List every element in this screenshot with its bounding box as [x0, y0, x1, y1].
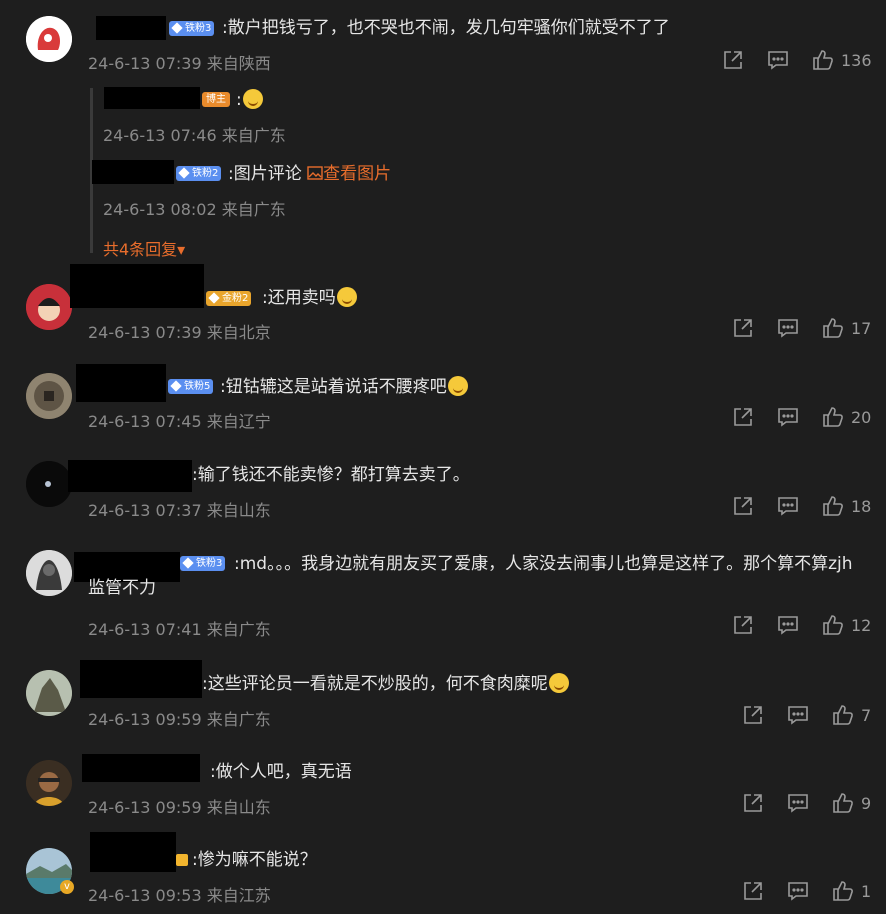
share-icon[interactable] [732, 495, 754, 517]
comment-icon[interactable] [787, 792, 809, 814]
reply-text: :图片评论 查看图片 [228, 164, 392, 184]
like-count: 1 [861, 881, 872, 901]
comment-actions: 7 [742, 704, 871, 726]
more-replies-link[interactable]: 共4条回复▾ [103, 236, 185, 260]
comment-actions: 136 [722, 49, 872, 71]
comment-text: :做个人吧，真无语 [210, 762, 352, 782]
share-icon[interactable] [742, 792, 764, 814]
like-icon[interactable] [822, 495, 844, 517]
comment-actions: 18 [732, 495, 871, 517]
comment-icon[interactable] [767, 49, 789, 71]
like-count: 20 [851, 407, 872, 427]
like-icon[interactable] [832, 704, 854, 726]
avatar[interactable] [26, 284, 72, 330]
comment-text: :输了钱还不能卖惨？都打算去卖了。 [192, 465, 470, 485]
verified-icon: v [60, 880, 74, 894]
avatar[interactable] [26, 461, 72, 507]
comment-meta: 24-6-13 07:45 来自辽宁 [88, 412, 271, 431]
comment-icon[interactable] [777, 614, 799, 636]
username-redacted[interactable] [92, 160, 174, 184]
like-count: 12 [851, 615, 872, 635]
host-badge: 博主 [202, 92, 230, 107]
laugh-cry-emoji-icon [242, 89, 263, 109]
laugh-cry-emoji-icon [447, 376, 468, 396]
reply-meta: 24-6-13 08:02 来自广东 [103, 200, 286, 219]
reply-text: : [236, 88, 263, 112]
comment-actions: 1 [742, 880, 871, 902]
share-icon[interactable] [732, 317, 754, 339]
view-image-link[interactable]: 查看图片 [307, 164, 391, 184]
username-redacted[interactable] [80, 660, 202, 698]
comment-meta: 24-6-13 07:39 来自北京 [88, 323, 271, 342]
comment-text: :还用卖吗 [262, 286, 357, 310]
username-redacted[interactable] [68, 460, 192, 492]
like-count: 18 [851, 496, 872, 516]
avatar[interactable] [26, 670, 72, 716]
like-icon[interactable] [832, 880, 854, 902]
comment-actions: 20 [732, 406, 871, 428]
comment-icon[interactable] [787, 704, 809, 726]
laugh-cry-emoji-icon [336, 287, 357, 307]
comment-meta: 24-6-13 07:41 来自广东 [88, 620, 271, 639]
reply-meta: 24-6-13 07:46 来自广东 [103, 126, 286, 145]
avatar[interactable] [26, 550, 72, 596]
fan-badge: 铁粉5 [168, 379, 214, 394]
share-icon[interactable] [732, 406, 754, 428]
comment-meta: 24-6-13 09:59 来自广东 [88, 710, 271, 729]
comment-icon[interactable] [777, 406, 799, 428]
crown-icon [176, 854, 188, 866]
like-icon[interactable] [832, 792, 854, 814]
username-redacted[interactable] [70, 264, 204, 308]
like-icon[interactable] [822, 614, 844, 636]
fan-badge: 铁粉2 [176, 166, 222, 181]
comment-actions: 17 [732, 317, 871, 339]
fan-badge: 铁粉3 [169, 21, 215, 36]
comment-meta: 24-6-13 07:37 来自山东 [88, 501, 271, 520]
share-icon[interactable] [722, 49, 744, 71]
username-redacted[interactable] [90, 832, 176, 872]
comment-text: :惨为嘛不能说？ [192, 850, 317, 870]
grin-emoji-icon [548, 673, 569, 693]
comment-actions: 9 [742, 792, 871, 814]
share-icon[interactable] [742, 880, 764, 902]
avatar[interactable] [26, 373, 72, 419]
username-redacted[interactable] [82, 754, 200, 782]
comment-actions: 12 [732, 614, 871, 636]
comment-text: :这些评论员一看就是不炒股的，何不食肉糜呢 [202, 672, 569, 696]
comment-icon[interactable] [777, 495, 799, 517]
like-count: 136 [841, 50, 872, 70]
comment-icon[interactable] [787, 880, 809, 902]
avatar[interactable] [26, 760, 72, 806]
comment-icon[interactable] [777, 317, 799, 339]
username-redacted[interactable] [96, 16, 166, 40]
share-icon[interactable] [732, 614, 754, 636]
username-redacted[interactable] [76, 364, 166, 402]
like-count: 17 [851, 318, 872, 338]
username-redacted[interactable] [104, 87, 200, 109]
fan-badge: 金粉2 [206, 291, 252, 306]
comment-text: :散户把钱亏了，也不哭也不闹，发几句牢骚你们就受不了了 [222, 18, 670, 38]
share-icon[interactable] [742, 704, 764, 726]
comment-text: :md。。。我身边就有朋友买了爱康，人家没去闹事儿也算是这样了。那个算不算zjh… [88, 554, 853, 598]
comment-meta: 24-6-13 09:59 来自山东 [88, 798, 271, 817]
avatar[interactable] [26, 16, 72, 62]
comment-meta: 24-6-13 07:39 来自陕西 [88, 54, 271, 73]
comment-text: :钮钴辘这是站着说话不腰疼吧 [220, 375, 468, 399]
like-count: 9 [861, 793, 872, 813]
like-icon[interactable] [812, 49, 834, 71]
like-icon[interactable] [822, 317, 844, 339]
like-count: 7 [861, 705, 872, 725]
comment-meta: 24-6-13 09:53 来自江苏 [88, 886, 271, 905]
like-icon[interactable] [822, 406, 844, 428]
